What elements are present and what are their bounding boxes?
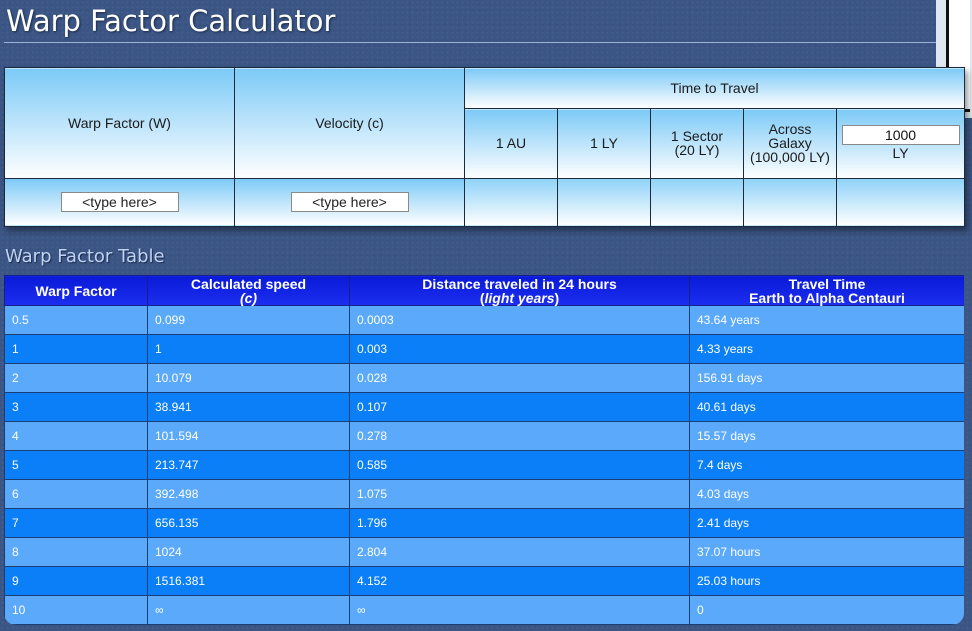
table-row: 8 1024 2.804 37.07 hours: [4, 537, 964, 567]
warp-cell: 5: [4, 450, 148, 480]
table-row: 6 392.498 1.075 4.03 days: [4, 479, 964, 509]
custom-ly-input[interactable]: [841, 125, 960, 146]
speed-cell: 38.941: [147, 392, 350, 422]
distance-cell: 0.107: [349, 392, 690, 422]
custom-ly-result: [835, 177, 966, 228]
warp-cell: 7: [4, 508, 148, 538]
table-row: 10 ∞ ∞ 0: [4, 595, 964, 625]
custom-ly-header: LY: [835, 108, 966, 179]
travel-time-cell: 7.4 days: [689, 450, 964, 480]
speed-cell: 101.594: [147, 421, 350, 451]
speed-cell: 656.135: [147, 508, 350, 538]
travel-time-cell: 25.03 hours: [689, 566, 964, 596]
distance-cell: 1.796: [349, 508, 690, 538]
warp-cell: 2: [4, 363, 148, 393]
one-au-result: [464, 177, 558, 228]
table-row: 4 101.594 0.278 15.57 days: [4, 421, 964, 451]
warp-factor-input[interactable]: [60, 192, 179, 213]
table-row: 3 38.941 0.107 40.61 days: [4, 392, 964, 422]
table-row: 5 213.747 0.585 7.4 days: [4, 450, 964, 480]
speed-cell: 1516.381: [147, 566, 350, 596]
table-row: 2 10.079 0.028 156.91 days: [4, 363, 964, 393]
table-row: 1 1 0.003 4.33 years: [4, 334, 964, 364]
travel-time-cell: 4.03 days: [689, 479, 964, 509]
calculated-speed-column-header: Calculated speed (c): [147, 275, 350, 306]
title-divider: [4, 42, 940, 43]
warp-factor-header: Warp Factor (W): [4, 67, 235, 179]
velocity-header: Velocity (c): [234, 67, 465, 179]
speed-cell: 1: [147, 334, 350, 364]
warp-factor-input-cell: [4, 177, 235, 228]
distance-column-header: Distance traveled in 24 hours (light year…: [349, 275, 690, 306]
travel-time-column-header: Travel Time Earth to Alpha Centauri: [689, 275, 964, 306]
distance-cell: 0.278: [349, 421, 690, 451]
warp-factor-table: Warp Factor Calculated speed (c) Distanc…: [4, 275, 964, 625]
table-row: 7 656.135 1.796 2.41 days: [4, 508, 964, 538]
custom-ly-unit: LY: [892, 145, 909, 162]
travel-time-cell: 2.41 days: [689, 508, 964, 538]
distance-cell: 0.003: [349, 334, 690, 364]
warp-cell: 9: [4, 566, 148, 596]
distance-cell: 4.152: [349, 566, 690, 596]
galaxy-range-label: (100,000 LY): [750, 149, 830, 166]
speed-cell: ∞: [147, 595, 350, 625]
travel-time-cell: 156.91 days: [689, 363, 964, 393]
distance-cell: 1.075: [349, 479, 690, 509]
calculator-table: Warp Factor (W) Velocity (c) Time to Tra…: [4, 66, 966, 228]
one-ly-result: [557, 177, 651, 228]
distance-cell: ∞: [349, 595, 690, 625]
speed-cell: 1024: [147, 537, 350, 567]
warp-table-container: Warp Factor Calculated speed (c) Distanc…: [4, 275, 964, 625]
warp-cell: 6: [4, 479, 148, 509]
table-row: 0.5 0.099 0.0003 43.64 years: [4, 305, 964, 335]
warp-cell: 0.5: [4, 305, 148, 335]
warp-table-title: Warp Factor Table: [5, 246, 165, 267]
distance-cell: 0.585: [349, 450, 690, 480]
speed-cell: 392.498: [147, 479, 350, 509]
speed-cell: 10.079: [147, 363, 350, 393]
travel-time-cell: 15.57 days: [689, 421, 964, 451]
travel-time-cell: 43.64 years: [689, 305, 964, 335]
velocity-input-cell: [234, 177, 465, 228]
warp-cell: 8: [4, 537, 148, 567]
distance-cell: 0.0003: [349, 305, 690, 335]
warp-cell: 4: [4, 421, 148, 451]
one-sector-header: 1 Sector (20 LY): [650, 108, 744, 179]
travel-time-cell: 37.07 hours: [689, 537, 964, 567]
speed-cell: 213.747: [147, 450, 350, 480]
distance-cell: 2.804: [349, 537, 690, 567]
travel-time-cell: 40.61 days: [689, 392, 964, 422]
warp-cell: 10: [4, 595, 148, 625]
time-to-travel-header: Time to Travel: [463, 66, 966, 110]
speed-unit-label: (c): [239, 289, 258, 306]
distance-unit-label: light years: [484, 289, 555, 306]
speed-cell: 0.099: [147, 305, 350, 335]
one-au-header: 1 AU: [464, 108, 558, 179]
warp-cell: 3: [4, 392, 148, 422]
travel-route-label: Earth to Alpha Centauri: [749, 289, 905, 306]
page-title: Warp Factor Calculator: [6, 4, 336, 38]
table-row: 9 1516.381 4.152 25.03 hours: [4, 566, 964, 596]
velocity-input[interactable]: [290, 192, 409, 213]
warp-factor-column-header: Warp Factor: [4, 275, 148, 306]
sector-range-label: (20 LY): [674, 142, 720, 159]
one-sector-result: [650, 177, 744, 228]
distance-cell: 0.028: [349, 363, 690, 393]
one-ly-header: 1 LY: [557, 108, 651, 179]
travel-time-cell: 0: [689, 595, 964, 625]
across-galaxy-header: Across Galaxy (100,000 LY): [743, 108, 837, 179]
across-galaxy-result: [743, 177, 837, 228]
warp-cell: 1: [4, 334, 148, 364]
travel-time-cell: 4.33 years: [689, 334, 964, 364]
